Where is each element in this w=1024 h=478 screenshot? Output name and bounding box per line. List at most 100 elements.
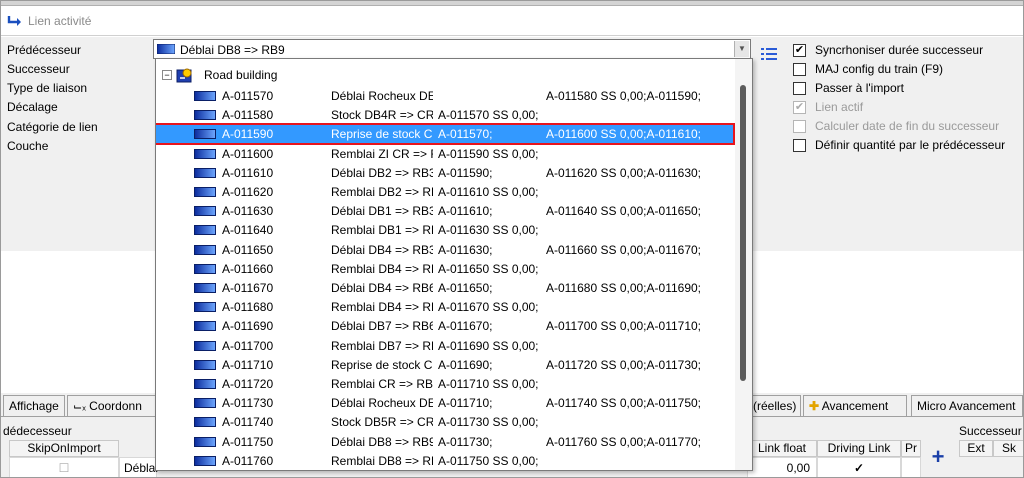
predecessors-text: A-011630 SS 0,00;	[438, 223, 539, 238]
checkbox[interactable]	[793, 82, 806, 95]
predecessor-dropdown-list[interactable]: − Road building A-011570 Déblai Rocheux D…	[155, 58, 753, 471]
predecessor-cell[interactable]: Déblai	[119, 457, 158, 477]
activity-name: Remblai DB4 => RE	[331, 261, 433, 276]
activity-bar-icon	[194, 398, 216, 409]
successors-text: A-011640 SS 0,00;A-011650;	[546, 204, 702, 219]
activity-name: Déblai DB2 => RB3	[331, 165, 433, 180]
activity-name: Remblai DB4 => RE	[331, 300, 433, 315]
activity-name: Déblai Rocheux DE	[331, 89, 433, 103]
activity-bar-icon	[194, 206, 216, 217]
tab-affichage-label: Affichage	[9, 399, 59, 413]
dropdown-item[interactable]: A-011670 Déblai DB4 => RB6 A-011650; A-0116…	[156, 279, 733, 297]
project-icon	[176, 68, 192, 83]
checkbox-label: Syncrhoniser durée successeur	[815, 43, 984, 57]
predecessor-value: Déblai DB8 => RB9	[180, 43, 285, 57]
activity-id: A-011650	[222, 242, 274, 257]
title-bar: Lien activité	[1, 6, 1023, 36]
predecessors-text: A-011730 SS 0,00;	[438, 415, 539, 430]
checkbox[interactable]	[793, 63, 806, 76]
list-details-icon[interactable]	[758, 44, 780, 66]
successors-text: A-011660 SS 0,00;A-011670;	[546, 242, 702, 257]
activity-name: Reprise de stock C	[331, 357, 433, 372]
activity-id: A-011620	[222, 185, 274, 199]
activity-name: Remblai DB7 => RE	[331, 338, 433, 353]
activity-bar-icon	[194, 110, 216, 121]
col-link-float[interactable]: Link float	[747, 440, 817, 457]
activity-name: Déblai DB1 => RB3	[331, 204, 433, 219]
activity-id: A-011730	[222, 396, 274, 411]
activity-name: Déblai Rocheux DE	[331, 396, 433, 411]
tab-affichage[interactable]: Affichage	[3, 395, 65, 416]
checkbox-label: Calculer date de fin du successeur	[815, 119, 1000, 133]
dropdown-item[interactable]: A-011600 Remblai ZI CR => R A-011590 SS 0,…	[156, 145, 733, 163]
predecessors-text: A-011570;	[438, 127, 493, 142]
activity-id: A-011630	[222, 204, 274, 219]
activity-bar-icon	[194, 455, 216, 466]
activity-name: Remblai CR => RB6	[331, 377, 433, 391]
dropdown-item[interactable]: A-011640 Remblai DB1 => RE A-011630 SS 0,0…	[156, 221, 733, 239]
checkbox-label: MAJ config du train (F9)	[815, 62, 944, 76]
link-arrow-icon	[7, 16, 21, 26]
activity-id: A-011610	[222, 165, 274, 180]
dropdown-item[interactable]: A-011620 Remblai DB2 => RE A-011610 SS 0,0…	[156, 183, 733, 201]
dropdown-item[interactable]: A-011740 Stock DB5R => CR A-011730 SS 0,00…	[156, 413, 733, 431]
tab-coordonnees[interactable]: ⌙ₓ Coordonn	[67, 395, 157, 416]
col-ext[interactable]: Ext	[959, 440, 993, 457]
dropdown-item[interactable]: A-011630 Déblai DB1 => RB3 A-011610; A-0116…	[156, 202, 733, 220]
tab-micro-avancement-label: Micro Avancement	[917, 399, 1016, 413]
activity-name: Remblai DB8 => RE	[331, 453, 433, 468]
dropdown-item[interactable]: A-011590 Reprise de stock C A-011570; A-011…	[156, 123, 735, 146]
skip-checkbox[interactable]: ☐	[9, 457, 119, 477]
dropdown-scrollbar[interactable]	[735, 59, 752, 470]
dropdown-item[interactable]: A-011710 Reprise de stock C A-011690; A-011…	[156, 356, 733, 374]
dropdown-item[interactable]: A-011760 Remblai DB8 => RE A-011750 SS 0,0…	[156, 452, 733, 470]
checkbox-label: Lien actif	[815, 100, 864, 114]
activity-id: A-011750	[222, 434, 274, 449]
col-driving-link[interactable]: Driving Link	[817, 440, 901, 457]
scroll-thumb[interactable]	[740, 85, 746, 381]
predecessor-combo[interactable]: Déblai DB8 => RB9 ▼	[153, 39, 751, 59]
col-pr[interactable]: Pr	[901, 440, 921, 457]
checkbox	[793, 120, 806, 133]
activity-bar-icon	[194, 129, 216, 140]
tab-avancement[interactable]: ✚ Avancement	[803, 395, 907, 416]
activity-bar-icon	[194, 436, 216, 447]
predecessors-text: A-011670 SS 0,00;	[438, 300, 539, 315]
successors-text: A-011760 SS 0,00;A-011770;	[546, 434, 702, 449]
activity-name: Remblai DB2 => RE	[331, 185, 433, 199]
checkbox[interactable]: ✔	[793, 44, 806, 57]
tree-root-label: Road building	[204, 68, 278, 82]
predecessors-text: A-011590 SS 0,00;	[438, 146, 539, 161]
dropdown-item[interactable]: A-011660 Remblai DB4 => RE A-011650 SS 0,0…	[156, 260, 733, 278]
dropdown-item[interactable]: A-011720 Remblai CR => RB6 A-011710 SS 0,0…	[156, 375, 733, 393]
app-window: Lien activité Prédécesseur Successeur Ty…	[0, 0, 1024, 478]
tab-micro-avancement[interactable]: Micro Avancement	[911, 395, 1023, 416]
dropdown-item[interactable]: A-011730 Déblai Rocheux DE A-011710; A-0117…	[156, 394, 733, 412]
combo-arrow-icon[interactable]: ▼	[734, 41, 749, 57]
col-skiponimport[interactable]: SkipOnImport	[9, 440, 119, 457]
link-float-cell[interactable]: 0,00	[747, 457, 817, 477]
pr-cell[interactable]	[901, 457, 921, 477]
dropdown-item[interactable]: A-011650 Déblai DB4 => RB3 A-011630; A-0116…	[156, 241, 733, 259]
activity-name: Stock DB5R => CR	[331, 415, 433, 430]
activity-name: Stock DB4R => CR	[331, 108, 433, 123]
driving-link-check[interactable]: ✓	[817, 457, 901, 477]
successors-text: A-011600 SS 0,00;A-011610;	[546, 127, 702, 142]
dropdown-item[interactable]: A-011700 Remblai DB7 => RE A-011690 SS 0,0…	[156, 337, 733, 355]
dropdown-item[interactable]: A-011750 Déblai DB8 => RB9 A-011730; A-0117…	[156, 433, 733, 451]
dropdown-item[interactable]: A-011570 Déblai Rocheux DE A-011580 SS 0,0…	[156, 87, 733, 105]
tab-reelles[interactable]: (réelles)	[747, 395, 801, 416]
col-sk[interactable]: Sk	[993, 440, 1023, 457]
dropdown-item[interactable]: A-011690 Déblai DB7 => RB6 A-011670; A-0117…	[156, 317, 733, 335]
add-link-button[interactable]: +	[929, 446, 947, 468]
label-offset: Décalage	[7, 100, 58, 114]
collapse-icon[interactable]: −	[162, 70, 172, 80]
dropdown-item[interactable]: A-011610 Déblai DB2 => RB3 A-011590; A-0116…	[156, 164, 733, 182]
dropdown-item[interactable]: A-011680 Remblai DB4 => RE A-011670 SS 0,0…	[156, 298, 733, 316]
dropdown-item[interactable]: A-011580 Stock DB4R => CR A-011570 SS 0,00…	[156, 106, 733, 124]
successors-text: A-011580 SS 0,00;A-011590;	[546, 89, 702, 103]
activity-bar-icon	[194, 417, 216, 428]
predecessors-text: A-011650;	[438, 281, 493, 295]
checkbox[interactable]	[793, 139, 806, 152]
predecessors-text: A-011730;	[438, 434, 493, 449]
